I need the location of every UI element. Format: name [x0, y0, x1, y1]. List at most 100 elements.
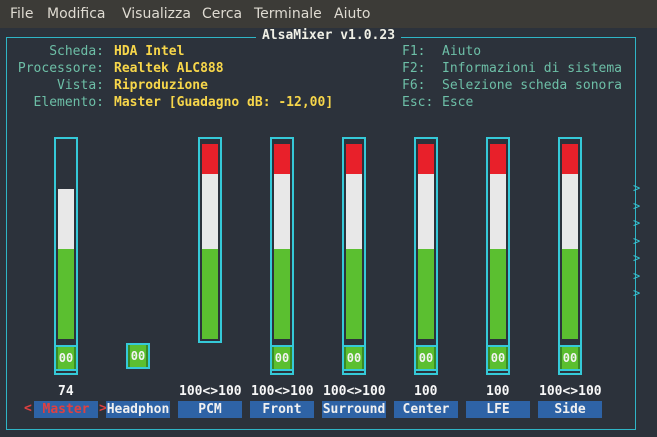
volume-segment [58, 234, 74, 249]
volume-segment [490, 249, 506, 264]
mute-toggle-lfe[interactable]: 00 [486, 345, 510, 371]
volume-segment [58, 309, 74, 324]
volume-segment [58, 279, 74, 294]
info-label: Vista: [57, 78, 104, 93]
volume-segment [274, 189, 290, 204]
volume-segment [562, 144, 578, 159]
menu-item-modifica[interactable]: Modifica [47, 6, 106, 22]
volume-percent-side: 100<>100 [539, 384, 602, 399]
volume-segment [490, 234, 506, 249]
volume-bar-pcm[interactable] [198, 137, 222, 343]
volume-segment [346, 219, 362, 234]
volume-segment [562, 309, 578, 324]
volume-segment [202, 204, 218, 219]
volume-segment [274, 249, 290, 264]
menu-item-visualizza[interactable]: Visualizza [122, 6, 191, 22]
mute-toggle-master[interactable]: 00 [54, 345, 78, 371]
volume-percent-front: 100<>100 [251, 384, 314, 399]
volume-segment [274, 159, 290, 174]
volume-segment [202, 294, 218, 309]
volume-segment [202, 279, 218, 294]
menu-item-cerca[interactable]: Cerca [202, 6, 242, 22]
volume-segment [202, 324, 218, 339]
menu-item-terminale[interactable]: Terminale [254, 6, 322, 22]
title-text: AlsaMixer v1.0.23 [255, 28, 402, 43]
volume-segment [490, 324, 506, 339]
volume-segment [202, 159, 218, 174]
help-key: Esc: [402, 95, 434, 110]
mute-state: 00 [57, 347, 75, 369]
volume-segment [346, 144, 362, 159]
mute-state: 00 [345, 347, 363, 369]
volume-segment [490, 144, 506, 159]
volume-segment [58, 294, 74, 309]
volume-segment [490, 264, 506, 279]
volume-segment [418, 174, 434, 189]
volume-segment [418, 219, 434, 234]
volume-segment [346, 249, 362, 264]
mute-state: 00 [273, 347, 291, 369]
volume-segment [274, 279, 290, 294]
channel-label-pcm[interactable]: PCM [178, 401, 242, 418]
mute-state: 00 [561, 347, 579, 369]
volume-segment [562, 264, 578, 279]
volume-segment [346, 189, 362, 204]
volume-segment [274, 174, 290, 189]
volume-bar-master[interactable]: 00 [54, 137, 78, 375]
scroll-right-arrow: > [633, 268, 641, 283]
volume-segment [562, 204, 578, 219]
volume-segment [274, 309, 290, 324]
help-description: Aiuto [442, 44, 482, 59]
volume-segment [58, 264, 74, 279]
menu-item-file[interactable]: File [10, 6, 33, 22]
volume-bar-front[interactable]: 00 [270, 137, 294, 375]
help-key: F1: [402, 44, 426, 59]
volume-segment [202, 309, 218, 324]
channel-label-master[interactable]: Master [34, 401, 98, 418]
volume-segment [274, 219, 290, 234]
info-label: Processore: [17, 61, 104, 76]
volume-bar-surround[interactable]: 00 [342, 137, 366, 375]
menu-item-aiuto[interactable]: Aiuto [334, 6, 370, 22]
channel-label-lfe[interactable]: LFE [466, 401, 530, 418]
volume-segment [418, 279, 434, 294]
mute-toggle-surround[interactable]: 00 [342, 345, 366, 371]
volume-segment [562, 219, 578, 234]
volume-segment [562, 189, 578, 204]
channel-label-headphon[interactable]: Headphon [106, 401, 170, 418]
volume-segment [346, 159, 362, 174]
mute-toggle-front[interactable]: 00 [270, 345, 294, 371]
help-description: Informazioni di sistema [442, 61, 623, 76]
volume-segment [418, 234, 434, 249]
volume-bar-side[interactable]: 00 [558, 137, 582, 375]
mute-state: 00 [129, 345, 147, 367]
volume-segment [202, 144, 218, 159]
info-value: Master [Guadagno dB: -12,00] [114, 95, 334, 110]
volume-segment [562, 279, 578, 294]
mute-state: 00 [489, 347, 507, 369]
volume-percent-center: 100 [414, 384, 438, 399]
channel-label-side[interactable]: Side [538, 401, 602, 418]
mute-toggle-headphon[interactable]: 00 [126, 343, 150, 369]
volume-bar-center[interactable]: 00 [414, 137, 438, 375]
volume-segment [418, 324, 434, 339]
volume-segment [202, 189, 218, 204]
volume-bar-lfe[interactable]: 00 [486, 137, 510, 375]
volume-segment [418, 204, 434, 219]
channel-label-front[interactable]: Front [250, 401, 314, 418]
volume-segment [562, 249, 578, 264]
channel-label-surround[interactable]: Surround [322, 401, 386, 418]
volume-percent-master: 74 [58, 384, 74, 399]
volume-segment [202, 234, 218, 249]
volume-segment [202, 264, 218, 279]
info-value: Realtek ALC888 [114, 61, 224, 76]
info-label: Elemento: [33, 95, 104, 110]
help-description: Selezione scheda sonora [442, 78, 623, 93]
volume-segment [490, 174, 506, 189]
scroll-right-arrow: > [633, 233, 641, 248]
volume-segment [562, 159, 578, 174]
mute-toggle-side[interactable]: 00 [558, 345, 582, 371]
mute-toggle-center[interactable]: 00 [414, 345, 438, 371]
volume-percent-pcm: 100<>100 [179, 384, 242, 399]
channel-label-center[interactable]: Center [394, 401, 458, 418]
